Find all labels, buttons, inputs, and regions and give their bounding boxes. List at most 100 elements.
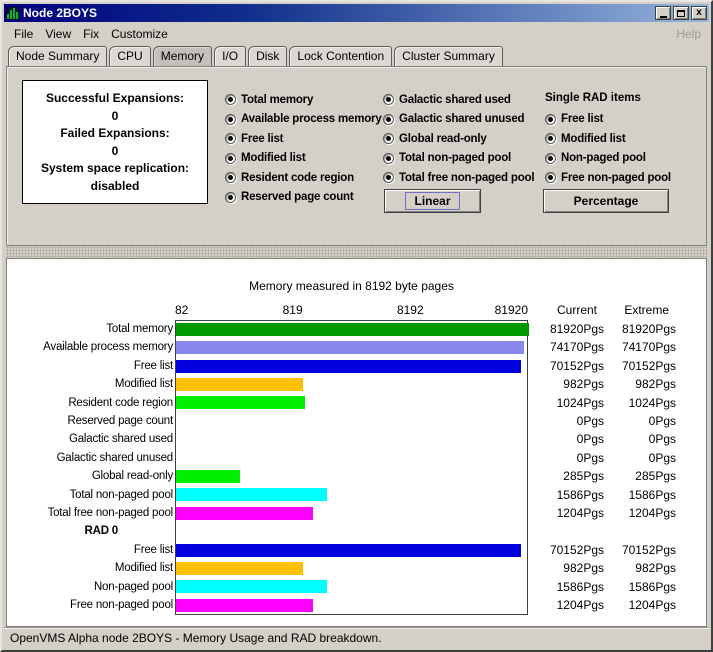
extreme-value-free-list: 70152Pgs (579, 357, 676, 375)
menu-file[interactable]: File (8, 25, 39, 43)
app-window: Node 2BOYS x File View Fix Customize Hel… (0, 0, 713, 652)
tab-lock-contention[interactable]: Lock Contention (289, 46, 392, 66)
close-icon: x (696, 8, 702, 18)
tab-strip: Node SummaryCPUMemoryI/ODiskLock Content… (8, 46, 709, 66)
radio-label: Non-paged pool (561, 152, 646, 164)
radio-free-list[interactable]: Free list (545, 113, 603, 126)
chart-bar-free-non-paged-pool (176, 599, 313, 612)
radio-selected-icon (383, 153, 394, 164)
radio-galactic-shared-used[interactable]: Galactic shared used (383, 93, 511, 106)
chart-bar-modified-list (176, 562, 303, 575)
radio-selected-icon (225, 153, 236, 164)
chart-bar-non-paged-pool (176, 580, 327, 593)
maximize-icon (677, 10, 685, 17)
minimize-button[interactable] (655, 6, 671, 20)
single-rad-items-header: Single RAD items (545, 92, 641, 104)
extreme-value-total-free-non-paged-pool: 1204Pgs (579, 504, 676, 522)
extreme-value-available-process-memory: 74170Pgs (579, 338, 676, 356)
extreme-value-resident-code-region: 1024Pgs (579, 394, 676, 412)
tab-memory[interactable]: Memory (153, 46, 212, 66)
menu-customize[interactable]: Customize (105, 25, 174, 43)
radio-modified-list[interactable]: Modified list (545, 132, 625, 145)
extreme-value-total-non-paged-pool: 1586Pgs (579, 486, 676, 504)
app-histogram-icon (6, 7, 20, 20)
radio-non-paged-pool[interactable]: Non-paged pool (545, 152, 646, 165)
status-bar: OpenVMS Alpha node 2BOYS - Memory Usage … (4, 627, 709, 648)
tab-cpu[interactable]: CPU (109, 46, 150, 66)
radio-selected-icon (545, 133, 556, 144)
menu-view[interactable]: View (39, 25, 77, 43)
tab-disk[interactable]: Disk (248, 46, 287, 66)
radio-available-process-memory[interactable]: Available process memory (225, 113, 382, 126)
radio-galactic-shared-unused[interactable]: Galactic shared unused (383, 113, 524, 126)
radio-label: Modified list (241, 152, 305, 164)
chart-row-label-available-process-memory: Available process memory (7, 338, 173, 356)
radio-reserved-page-count[interactable]: Reserved page count (225, 191, 354, 204)
axis-tick-819: 819 (283, 303, 303, 317)
extreme-value-free-non-paged-pool: 1204Pgs (579, 596, 676, 614)
percentage-button[interactable]: Percentage (543, 189, 669, 213)
radio-total-free-non-paged-pool[interactable]: Total free non-paged pool (383, 171, 534, 184)
radio-selected-icon (383, 94, 394, 105)
radio-label: Available process memory (241, 113, 382, 125)
radio-selected-icon (545, 153, 556, 164)
system-space-replication-label: System space replication: (23, 160, 207, 178)
radio-global-read-only[interactable]: Global read-only (383, 132, 487, 145)
extreme-value-total-memory: 81920Pgs (579, 320, 676, 338)
extreme-value-modified-list: 982Pgs (579, 375, 676, 393)
tab-cluster-summary[interactable]: Cluster Summary (394, 46, 503, 66)
radio-free-non-paged-pool[interactable]: Free non-paged pool (545, 171, 671, 184)
extreme-value-galactic-shared-used: 0Pgs (579, 430, 676, 448)
window-controls: x (655, 6, 707, 20)
extreme-column-header: Extreme (571, 303, 669, 317)
radio-label: Modified list (561, 133, 625, 145)
radio-free-list[interactable]: Free list (225, 132, 283, 145)
radio-total-memory[interactable]: Total memory (225, 93, 313, 106)
tab-node-summary[interactable]: Node Summary (8, 46, 107, 66)
radio-selected-icon (545, 114, 556, 125)
memory-chart-panel: Memory measured in 8192 byte pages Curre… (6, 258, 707, 627)
radio-label: Total free non-paged pool (399, 172, 534, 184)
menu-bar: File View Fix Customize Help (4, 22, 709, 46)
radio-label: Global read-only (399, 133, 487, 145)
memory-options-panel: Successful Expansions: 0 Failed Expansio… (6, 66, 707, 246)
radio-selected-icon (383, 133, 394, 144)
axis-tick-8192: 8192 (397, 303, 424, 317)
chart-row-label-total-memory: Total memory (7, 320, 173, 338)
chart-row-label-modified-list: Modified list (7, 559, 173, 577)
failed-expansions-value: 0 (23, 143, 207, 161)
radio-selected-icon (383, 114, 394, 125)
chart-row-label-galactic-shared-unused: Galactic shared unused (7, 449, 173, 467)
chart-title: Memory measured in 8192 byte pages (175, 279, 528, 293)
titlebar: Node 2BOYS x (4, 4, 709, 22)
chart-bar-available-process-memory (176, 341, 524, 354)
expansion-summary-box: Successful Expansions: 0 Failed Expansio… (22, 80, 208, 204)
close-button[interactable]: x (691, 6, 707, 20)
system-space-replication-value: disabled (23, 178, 207, 196)
linear-button-label: Linear (405, 192, 459, 210)
chart-bar-total-free-non-paged-pool (176, 507, 313, 520)
chart-bar-free-list (176, 544, 521, 557)
extreme-value-free-list: 70152Pgs (579, 541, 676, 559)
radio-modified-list[interactable]: Modified list (225, 152, 305, 165)
radio-label: Free list (561, 113, 603, 125)
axis-tick-81920: 81920 (495, 303, 528, 317)
linear-button[interactable]: Linear (384, 189, 481, 213)
minimize-icon (660, 16, 667, 18)
menu-help[interactable]: Help (672, 25, 705, 43)
chart-row-label-global-read-only: Global read-only (7, 467, 173, 485)
axis-tick-82: 82 (175, 303, 188, 317)
radio-label: Free list (241, 133, 283, 145)
splitter-handle[interactable] (6, 246, 707, 258)
radio-selected-icon (225, 114, 236, 125)
radio-total-non-paged-pool[interactable]: Total non-paged pool (383, 152, 511, 165)
maximize-button[interactable] (673, 6, 689, 20)
radio-resident-code-region[interactable]: Resident code region (225, 171, 354, 184)
chart-row-label-total-non-paged-pool: Total non-paged pool (7, 486, 173, 504)
tab-i-o[interactable]: I/O (214, 46, 246, 66)
radio-label: Total non-paged pool (399, 152, 511, 164)
radio-selected-icon (225, 133, 236, 144)
radio-label: Resident code region (241, 172, 354, 184)
menu-fix[interactable]: Fix (77, 25, 105, 43)
chart-bar-free-list (176, 360, 521, 373)
